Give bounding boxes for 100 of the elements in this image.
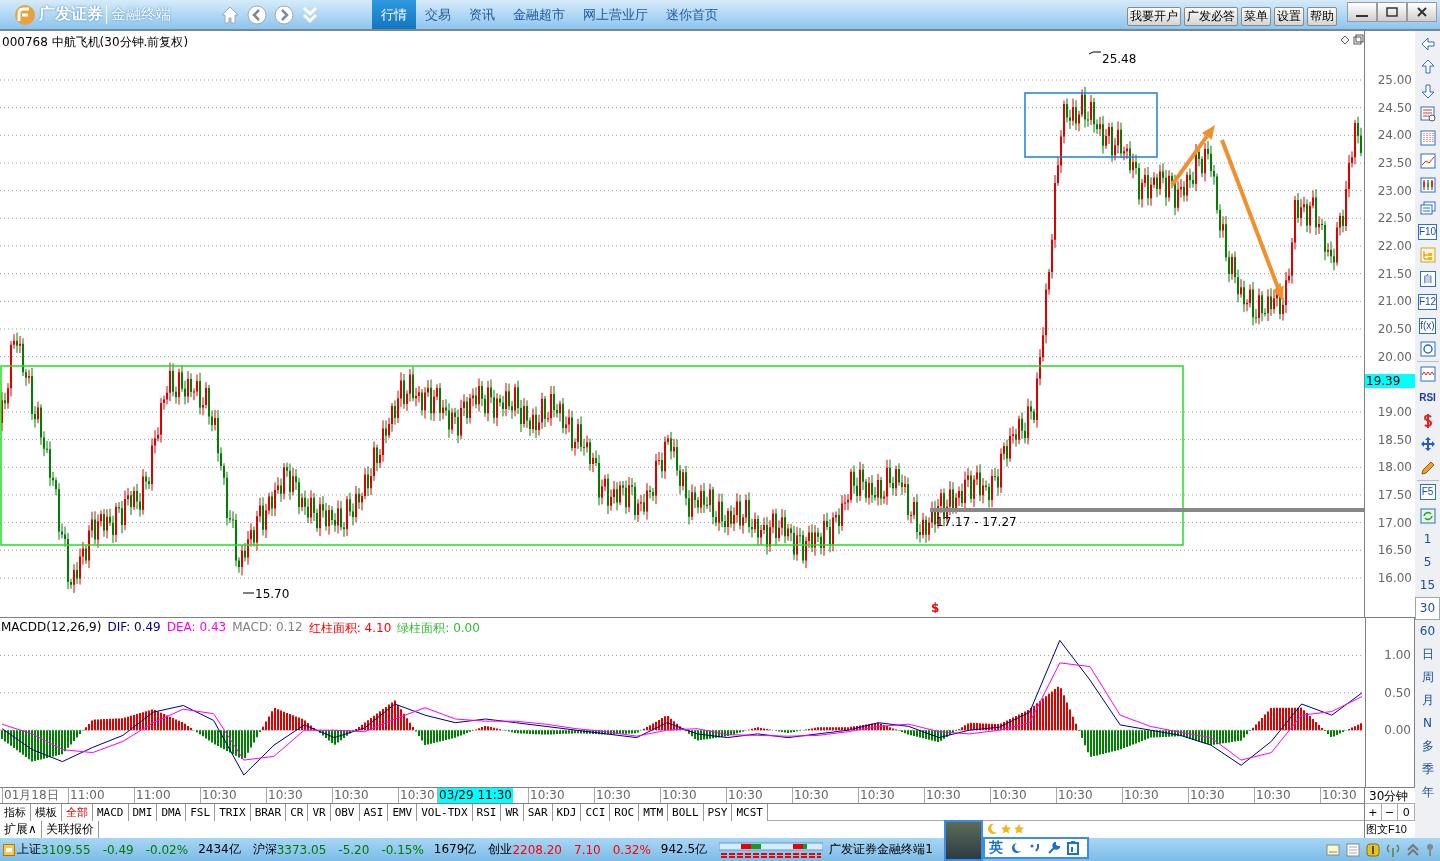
nav-tab[interactable]: 交易 [416, 0, 460, 29]
price-axis-label: 20.00 [1377, 350, 1412, 363]
period-button[interactable]: 日 [1415, 642, 1440, 666]
arrow-down-icon[interactable] [1419, 82, 1436, 99]
market-icon[interactable] [3, 843, 15, 856]
indicator-tab[interactable]: ASI [359, 804, 389, 821]
indicator-tab[interactable]: MCST [732, 804, 768, 821]
price-axis-label: 21.00 [1377, 295, 1412, 308]
punctuation-icon[interactable] [1029, 842, 1041, 854]
period-button[interactable]: 5 [1415, 550, 1440, 574]
indicator-tab[interactable]: MACD [93, 804, 129, 821]
tool-icon[interactable]: RSI [1419, 391, 1436, 403]
arrow-left-icon[interactable] [1419, 35, 1436, 52]
toolbar-button[interactable]: 菜单 [1241, 7, 1271, 26]
tool-icon[interactable]: 自 [1419, 270, 1436, 287]
refresh-icon[interactable] [1419, 507, 1436, 524]
index-change: -0.49 [102, 842, 134, 857]
indicator-reading: DEA: 0.43 [166, 620, 227, 636]
antenna-icon[interactable] [1386, 842, 1400, 857]
indicator-tab[interactable]: CR [286, 804, 309, 821]
period-button[interactable]: 季 [1415, 757, 1440, 781]
period-button[interactable]: 1 [1415, 527, 1440, 551]
logo-text: 广发证券 [39, 4, 103, 25]
nav-tab[interactable]: 迷你首页 [657, 0, 727, 29]
macd-axis-label: 1.00 [1384, 649, 1411, 662]
ime-mode-button[interactable]: 英 [989, 839, 1003, 857]
panel-options-icon[interactable] [1340, 34, 1364, 45]
indicator-tab[interactable]: CCI [581, 804, 611, 821]
arrow-up-icon[interactable] [1419, 59, 1436, 76]
price-axis-label: 18.50 [1377, 433, 1412, 446]
period-button[interactable]: 周 [1415, 665, 1440, 689]
indicator-tab[interactable]: BOLL [668, 804, 704, 821]
indicator-tab[interactable]: SAR [523, 804, 553, 821]
moon-icon [986, 822, 998, 835]
indicator-tab[interactable]: ROC [610, 804, 640, 821]
indicator-tab[interactable]: DMI [128, 804, 158, 821]
indicator-tab[interactable]: RSI [472, 804, 502, 821]
wave-chart-icon[interactable] [1419, 365, 1436, 382]
tool-icon[interactable]: f(x) [1419, 317, 1436, 334]
indicator-tab[interactable]: FSL [186, 804, 216, 821]
period-button[interactable]: N [1415, 711, 1440, 735]
index-name: 上证 [17, 841, 41, 858]
indicator-tab[interactable]: VR [308, 804, 331, 821]
wrench-icon[interactable] [1048, 842, 1060, 854]
home-icon[interactable] [220, 4, 240, 25]
indicator-tab[interactable]: 指标 [0, 804, 31, 821]
tool-icon[interactable]: F12 [1417, 294, 1438, 311]
nav-tab[interactable]: 资讯 [460, 0, 504, 29]
list-icon[interactable] [1346, 842, 1360, 857]
move-icon[interactable] [1419, 436, 1436, 453]
indicator-tab[interactable]: MTM [639, 804, 669, 821]
grid-icon[interactable] [1419, 129, 1436, 146]
toolbar-button[interactable]: 我要开户 [1127, 7, 1181, 26]
price-annotation: 25.48 [1102, 52, 1137, 66]
indicator-tab[interactable]: OBV [330, 804, 360, 821]
forward-icon[interactable] [274, 4, 294, 25]
tool-icon[interactable]: F5 [1419, 484, 1436, 501]
indicator-tab[interactable]: 全部 [62, 804, 93, 821]
nav-tab[interactable]: 金融超市 [504, 0, 574, 29]
nav-tab[interactable]: 网上营业厅 [574, 0, 657, 29]
indicator-tab[interactable]: PSY [703, 804, 733, 821]
time-label: 10:30 [1122, 788, 1160, 803]
indicator-tab[interactable]: 模板 [31, 804, 62, 821]
price-axis-label: 19.00 [1377, 405, 1412, 418]
indicator-tab[interactable]: WR [501, 804, 524, 821]
clipboard-icon[interactable] [1067, 841, 1079, 855]
pencil-icon[interactable] [1419, 459, 1436, 476]
indicator-tab[interactable]: EMV [388, 804, 418, 821]
index-name: 创业 [488, 841, 513, 858]
moon-icon[interactable] [1010, 842, 1022, 854]
period-button[interactable]: 30 [1415, 596, 1440, 620]
macd-axis-label: 0.50 [1384, 686, 1411, 699]
toolbar-button[interactable]: 设置 [1274, 7, 1304, 26]
event-marker[interactable]: $ [931, 601, 940, 615]
toolbar-button[interactable]: 帮助 [1307, 7, 1337, 26]
candlestick-icon[interactable] [1419, 176, 1436, 193]
toolbar-button[interactable]: 广发必答 [1184, 7, 1238, 26]
double-chevron-up-icon[interactable] [1406, 842, 1420, 857]
coin-icon[interactable] [1366, 842, 1380, 857]
indicator-tab[interactable]: VOL-TDX [417, 804, 473, 821]
tool-icon[interactable]: F10 [1417, 223, 1438, 240]
indicator-tab[interactable]: DMA [157, 804, 187, 821]
period-button[interactable]: 多 [1415, 734, 1440, 758]
close-button[interactable] [1407, 1, 1437, 22]
back-icon[interactable] [247, 4, 267, 25]
period-button[interactable]: 月 [1415, 688, 1440, 712]
price-axis-label: 24.00 [1377, 129, 1412, 142]
indicator-tab[interactable]: BRAR [250, 804, 287, 821]
nav-tab[interactable]: 行情 [372, 0, 416, 29]
indicator-tab[interactable]: KDJ [552, 804, 582, 821]
period-button[interactable]: 60 [1415, 619, 1440, 643]
period-button[interactable]: 15 [1415, 573, 1440, 597]
period-button[interactable]: 年 [1415, 780, 1440, 804]
line-chart-icon[interactable] [1419, 153, 1436, 170]
maximize-button[interactable] [1377, 1, 1407, 22]
note-icon[interactable] [1326, 842, 1340, 857]
windows-icon[interactable] [1419, 200, 1436, 217]
indicator-tab[interactable]: TRIX [215, 804, 251, 821]
minimize-button[interactable] [1347, 1, 1377, 22]
table-icon[interactable] [1419, 106, 1436, 123]
